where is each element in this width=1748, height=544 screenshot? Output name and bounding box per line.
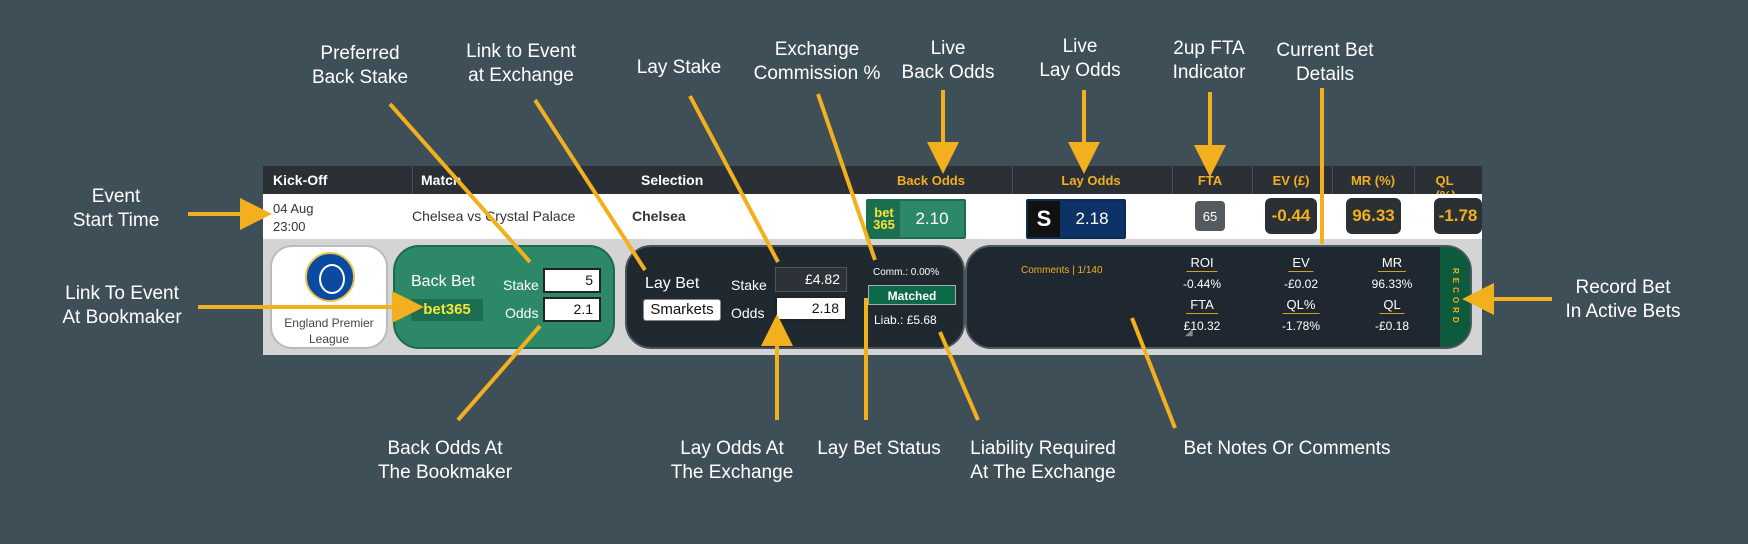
roi-label: ROI	[1186, 255, 1218, 272]
callout-lay-stake: Lay Stake	[636, 57, 722, 78]
lay-bet-card: Lay Bet Smarkets Stake £4.82 Odds 2.18 C…	[625, 245, 965, 349]
bet365-logo-icon: bet 365	[868, 201, 900, 237]
fta-label: FTA	[1186, 297, 1218, 314]
ev-label: EV	[1288, 255, 1314, 272]
lay-bet-title: Lay Bet	[645, 275, 700, 292]
callout-liability: Liability Required At The Exchange	[970, 438, 1116, 483]
mr-value: 96.33	[1346, 198, 1401, 234]
kickoff-hour: 23:00	[273, 219, 306, 234]
selection-name: Chelsea	[632, 208, 686, 224]
match-name: Chelsea vs Crystal Palace	[412, 208, 576, 224]
kickoff-time: 04 Aug 23:00	[273, 200, 314, 236]
bet-detail-panel: England Premier League Back Bet bet365 S…	[263, 239, 1482, 355]
live-back-odds[interactable]: bet 365 2.10	[866, 199, 966, 239]
back-bet-title: Back Bet	[411, 273, 476, 290]
qlp-detail-value: -1.78%	[1281, 319, 1321, 333]
callout-event-start: Event Start Time	[72, 186, 160, 231]
bet365-link-button[interactable]: bet365	[411, 299, 483, 321]
mr-detail-value: 96.33%	[1371, 277, 1413, 291]
lay-odds-value: 2.18	[1060, 201, 1124, 237]
ev-value: -0.44	[1265, 198, 1317, 234]
callout-fta-indicator: 2up FTA Indicator	[1172, 38, 1246, 83]
ev-detail-value: -£0.02	[1283, 277, 1319, 291]
callout-notes: Bet Notes Or Comments	[1183, 438, 1391, 459]
header-lay-odds: Lay Odds	[1061, 173, 1121, 188]
callout-link-exchange: Link to Event at Exchange	[466, 41, 576, 86]
callout-preferred-back-stake: Preferred Back Stake	[311, 43, 409, 88]
header-mr: MR (%)	[1350, 173, 1396, 188]
comments-textarea[interactable]	[1017, 279, 1197, 339]
table-row[interactable]: 04 Aug 23:00 Chelsea vs Crystal Palace C…	[263, 194, 1482, 239]
lay-odds-input[interactable]: 2.18	[775, 296, 847, 321]
callout-lay-odds-exchange: Lay Odds At The Exchange	[670, 438, 794, 483]
callout-live-back: Live Back Odds	[901, 38, 995, 83]
smarkets-link-button[interactable]: Smarkets	[643, 299, 721, 321]
callout-current-bet: Current Bet Details	[1276, 40, 1374, 85]
fta-detail-value: £10.32	[1183, 319, 1221, 333]
current-bet-card: Comments | 1/140 ◢ ROI -0.44% EV -£0.02 …	[965, 245, 1472, 349]
ql-label: QL	[1379, 297, 1405, 314]
fta-indicator: 65	[1195, 201, 1225, 231]
lay-odds-label: Odds	[731, 305, 765, 321]
ql-value: -1.78	[1434, 198, 1482, 234]
callout-live-lay: Live Lay Odds	[1039, 36, 1121, 81]
ql-detail-value: -£0.18	[1374, 319, 1410, 333]
lay-status-badge: Matched	[868, 285, 956, 305]
header-fta: FTA	[1197, 173, 1223, 188]
header-match: Match	[421, 172, 462, 188]
header-kickoff: Kick-Off	[273, 172, 328, 188]
header-back-odds: Back Odds	[897, 173, 965, 188]
back-odds-value: 2.10	[900, 201, 964, 237]
header-selection: Selection	[641, 172, 704, 188]
callout-lay-status: Lay Bet Status	[817, 438, 941, 459]
smarkets-logo-icon: S	[1028, 201, 1060, 237]
back-stake-input[interactable]: 5	[543, 268, 601, 293]
callout-back-odds-bookmaker: Back Odds At The Bookmaker	[377, 438, 513, 483]
comments-counter: Comments | 1/140	[1021, 265, 1103, 276]
back-odds-label: Odds	[505, 305, 539, 321]
live-lay-odds[interactable]: S 2.18	[1026, 199, 1126, 239]
back-stake-label: Stake	[503, 277, 539, 293]
lay-stake-value: £4.82	[775, 267, 847, 292]
back-bet-card: Back Bet bet365 Stake 5 Odds 2.1	[393, 245, 615, 349]
commission-value: Comm.: 0.00%	[873, 267, 940, 278]
mr-label: MR	[1377, 255, 1407, 272]
roi-value: -0.44%	[1182, 277, 1222, 291]
qlp-label: QL%	[1282, 297, 1320, 314]
liability-value: Liab.: £5.68	[874, 313, 937, 327]
callout-commission: Exchange Commission %	[753, 39, 881, 84]
callout-link-bookmaker: Link To Event At Bookmaker	[62, 283, 182, 328]
table-header: Kick-Off Match Selection Back Odds Lay O…	[263, 166, 1482, 203]
back-odds-input[interactable]: 2.1	[543, 297, 601, 322]
league-card: England Premier League	[270, 245, 388, 349]
record-button[interactable]: RECORD	[1440, 247, 1470, 347]
header-ev: EV (£)	[1272, 173, 1310, 188]
chelsea-crest-icon	[305, 252, 355, 302]
league-name: England Premier League	[284, 316, 374, 346]
kickoff-date: 04 Aug	[273, 201, 314, 216]
lay-stake-label: Stake	[731, 277, 767, 293]
callout-record-bet: Record Bet In Active Bets	[1565, 277, 1681, 322]
